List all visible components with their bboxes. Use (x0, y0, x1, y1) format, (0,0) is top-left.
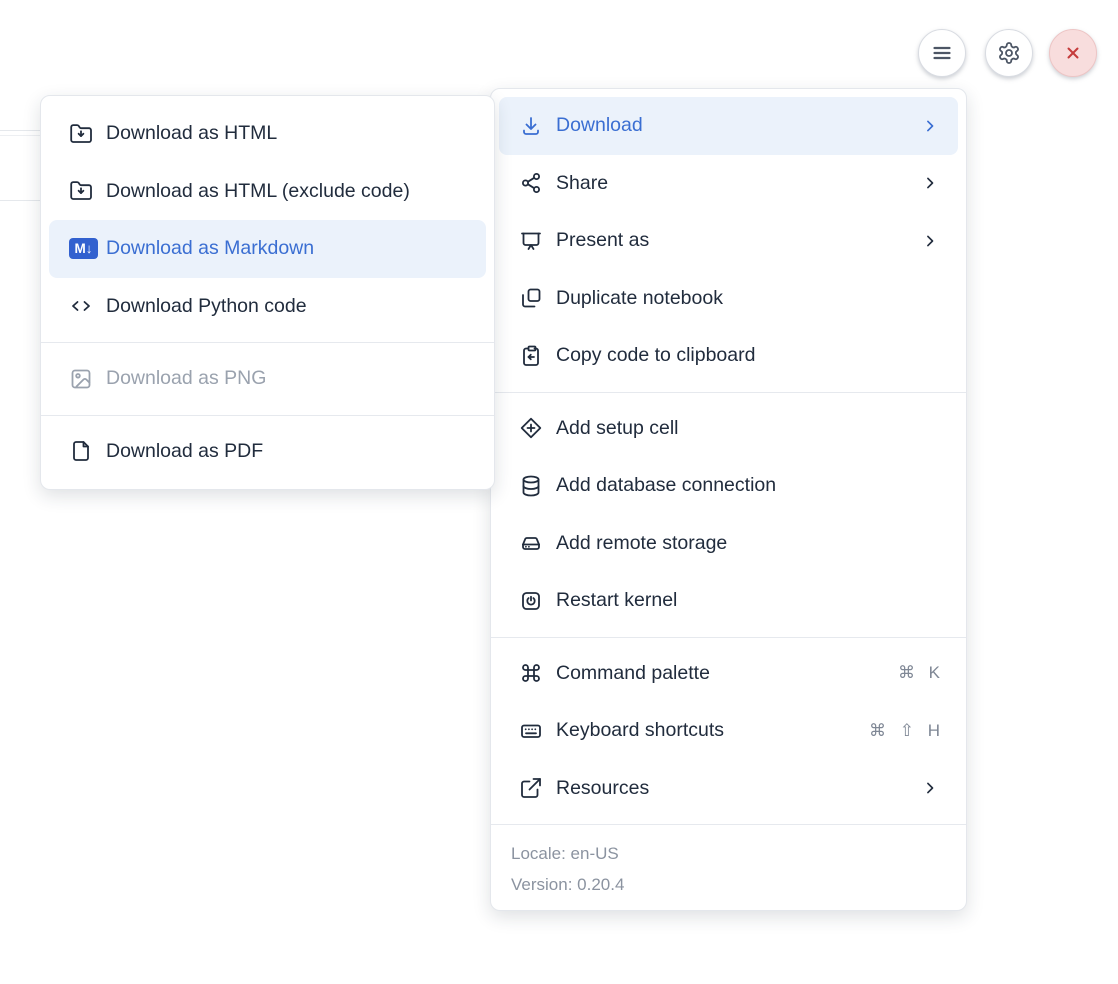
external-link-icon (519, 776, 543, 800)
menu-item-label: Add database connection (556, 474, 940, 497)
chevron-right-icon (920, 778, 940, 798)
menu-item-label: Keyboard shortcuts (556, 719, 869, 742)
notebook-menu-button[interactable] (918, 29, 966, 77)
menu-item-label: Share (556, 172, 908, 195)
menu-item-download-python-code[interactable]: Download Python code (49, 278, 486, 336)
chevron-right-icon (920, 116, 940, 136)
menu-item-copy-code[interactable]: Copy code to clipboard (499, 327, 958, 385)
menu-item-download[interactable]: Download (499, 97, 958, 155)
menu-footer: Locale: en-US Version: 0.20.4 (491, 832, 966, 910)
menu-item-download-as-markdown[interactable]: M↓ Download as Markdown (49, 220, 486, 278)
chevron-right-icon (920, 231, 940, 251)
version-text: Version: 0.20.4 (511, 869, 946, 900)
menu-item-restart-kernel[interactable]: Restart kernel (499, 572, 958, 630)
menu-item-label: Restart kernel (556, 589, 940, 612)
menu-divider (41, 415, 494, 416)
image-icon (69, 367, 98, 391)
menu-item-label: Download as HTML (exclude code) (106, 180, 468, 203)
menu-divider (41, 342, 494, 343)
menu-item-label: Add setup cell (556, 417, 940, 440)
menu-item-share[interactable]: Share (499, 155, 958, 213)
folder-down-icon (69, 122, 98, 146)
shutdown-button[interactable] (1049, 29, 1097, 77)
menu-item-command-palette[interactable]: Command palette ⌘ K (499, 645, 958, 703)
menu-item-label: Add remote storage (556, 532, 940, 555)
download-icon (519, 114, 543, 138)
file-icon (69, 439, 98, 463)
x-icon (1061, 41, 1085, 65)
menu-item-label: Duplicate notebook (556, 287, 940, 310)
copy-icon (519, 286, 543, 310)
folder-down-icon (69, 179, 98, 203)
menu-item-download-as-png: Download as PNG (49, 350, 486, 408)
menu-item-download-as-html-exclude-code[interactable]: Download as HTML (exclude code) (49, 163, 486, 221)
settings-button[interactable] (985, 29, 1033, 77)
menu-divider (491, 637, 966, 638)
command-icon (519, 661, 543, 685)
keyboard-icon (519, 719, 543, 743)
presentation-icon (519, 229, 543, 253)
menu-item-download-as-html[interactable]: Download as HTML (49, 105, 486, 163)
menu-divider (491, 392, 966, 393)
square-power-icon (519, 589, 543, 613)
page-divider-line (0, 130, 41, 131)
menu-item-add-setup-cell[interactable]: Add setup cell (499, 400, 958, 458)
menu-item-label: Download as PNG (106, 367, 468, 390)
gear-icon (997, 41, 1021, 65)
menu-item-add-remote-storage[interactable]: Add remote storage (499, 515, 958, 573)
menu-item-duplicate-notebook[interactable]: Duplicate notebook (499, 270, 958, 328)
menu-item-resources[interactable]: Resources (499, 760, 958, 818)
diamond-plus-icon (519, 416, 543, 440)
hamburger-icon (930, 41, 954, 65)
page-divider-line (0, 200, 41, 201)
menu-item-label: Copy code to clipboard (556, 344, 940, 367)
menu-item-label: Download (556, 114, 908, 137)
menu-item-label: Download as HTML (106, 122, 468, 145)
hard-drive-icon (519, 531, 543, 555)
shortcut-hint: ⌘ ⇧ H (869, 721, 940, 741)
menu-item-label: Download as PDF (106, 440, 468, 463)
menu-divider (491, 824, 966, 825)
page-divider-line (0, 135, 41, 136)
shortcut-hint: ⌘ K (898, 663, 940, 683)
database-icon (519, 474, 543, 498)
menu-item-label: Present as (556, 229, 908, 252)
menu-item-download-as-pdf[interactable]: Download as PDF (49, 423, 486, 481)
locale-text: Locale: en-US (511, 838, 946, 869)
menu-item-label: Download as Markdown (106, 237, 468, 260)
share-icon (519, 171, 543, 195)
menu-item-label: Command palette (556, 662, 898, 685)
menu-item-label: Download Python code (106, 295, 468, 318)
download-submenu: Download as HTML Download as HTML (exclu… (40, 95, 495, 490)
code-icon (69, 294, 98, 318)
chevron-right-icon (920, 173, 940, 193)
menu-item-keyboard-shortcuts[interactable]: Keyboard shortcuts ⌘ ⇧ H (499, 702, 958, 760)
markdown-download-icon: M↓ (69, 238, 98, 259)
menu-item-label: Resources (556, 777, 908, 800)
menu-item-add-database-connection[interactable]: Add database connection (499, 457, 958, 515)
menu-item-present-as[interactable]: Present as (499, 212, 958, 270)
notebook-actions-menu: Download Share Present as Duplicate note… (490, 88, 967, 911)
clipboard-copy-icon (519, 344, 543, 368)
